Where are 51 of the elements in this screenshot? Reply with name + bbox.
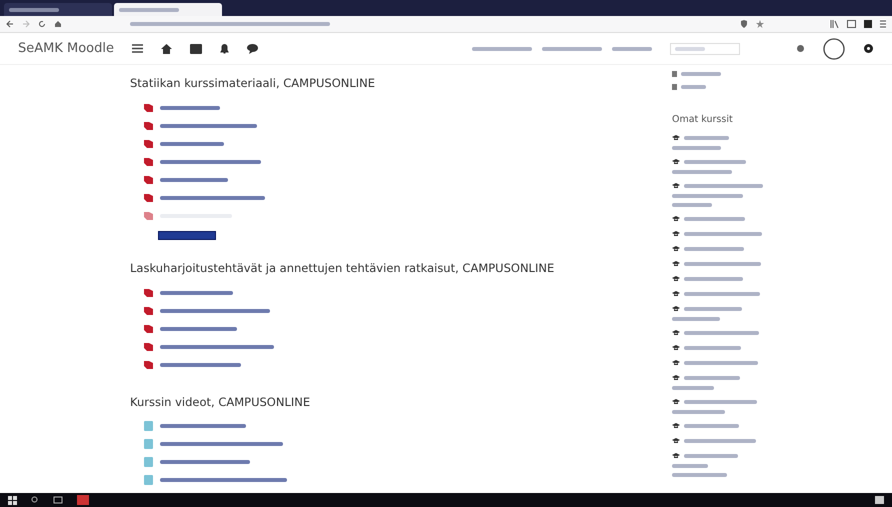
graduation-cap-icon: [672, 135, 680, 142]
section-heading: Kurssin videot, CAMPUSONLINE: [130, 396, 312, 410]
graduation-cap-icon: [672, 438, 680, 444]
library-icon[interactable]: [830, 20, 839, 28]
task-view-icon[interactable]: [53, 496, 63, 504]
section-heading: Laskuharjoitustehtävät ja annettujen tehtävien ratkaisut, CAMPUSONLINE: [130, 262, 556, 276]
bell-icon[interactable]: [220, 44, 230, 54]
language-icon[interactable]: [796, 44, 805, 53]
shield-icon[interactable]: [740, 20, 748, 28]
dashboard-icon[interactable]: [190, 44, 202, 54]
graduation-cap-icon: [672, 246, 680, 252]
user-icon: [672, 84, 677, 90]
reload-icon[interactable]: [38, 20, 46, 28]
back-icon[interactable]: [6, 20, 14, 28]
browser-tab[interactable]: [4, 3, 112, 16]
video-file-icon: [144, 421, 153, 432]
edit-button[interactable]: [158, 230, 216, 240]
graduation-cap-icon: [672, 330, 680, 336]
site-brand[interactable]: SeAMK Moodle: [18, 38, 114, 58]
graduation-cap-icon: [672, 306, 680, 312]
sidebar-heading: Omat kurssit: [672, 113, 734, 127]
chat-icon[interactable]: [247, 44, 258, 54]
video-file-icon: [144, 457, 153, 468]
graduation-cap-icon: [672, 360, 680, 366]
graduation-cap-icon: [672, 231, 680, 238]
section-heading: Statiikan kurssimateriaali, CAMPUSONLINE: [130, 77, 376, 91]
video-file-icon: [144, 439, 153, 450]
search-field[interactable]: [670, 42, 740, 54]
graduation-cap-icon: [672, 159, 680, 166]
graduation-cap-icon: [672, 399, 680, 406]
sidebar-icon[interactable]: [847, 20, 856, 28]
graduation-cap-icon: [672, 276, 680, 282]
star-icon[interactable]: [756, 20, 764, 28]
graduation-cap-icon: [672, 345, 680, 352]
graduation-cap-icon: [672, 261, 680, 268]
graduation-cap-icon: [672, 183, 680, 190]
graduation-cap-icon: [672, 216, 680, 222]
video-file-icon: [144, 475, 153, 486]
graduation-cap-icon: [672, 453, 680, 460]
search-icon[interactable]: [31, 496, 39, 504]
menu-icon[interactable]: [880, 20, 886, 28]
menu-icon[interactable]: [132, 44, 144, 53]
home-icon[interactable]: [161, 44, 172, 54]
grid-icon: [672, 70, 677, 76]
graduation-cap-icon: [672, 423, 680, 430]
graduation-cap-icon: [672, 375, 680, 382]
avatar-icon[interactable]: [823, 38, 845, 60]
home-icon[interactable]: [54, 20, 62, 28]
start-icon[interactable]: [8, 496, 17, 504]
graduation-cap-icon: [672, 291, 680, 298]
gear-icon[interactable]: [863, 43, 874, 54]
